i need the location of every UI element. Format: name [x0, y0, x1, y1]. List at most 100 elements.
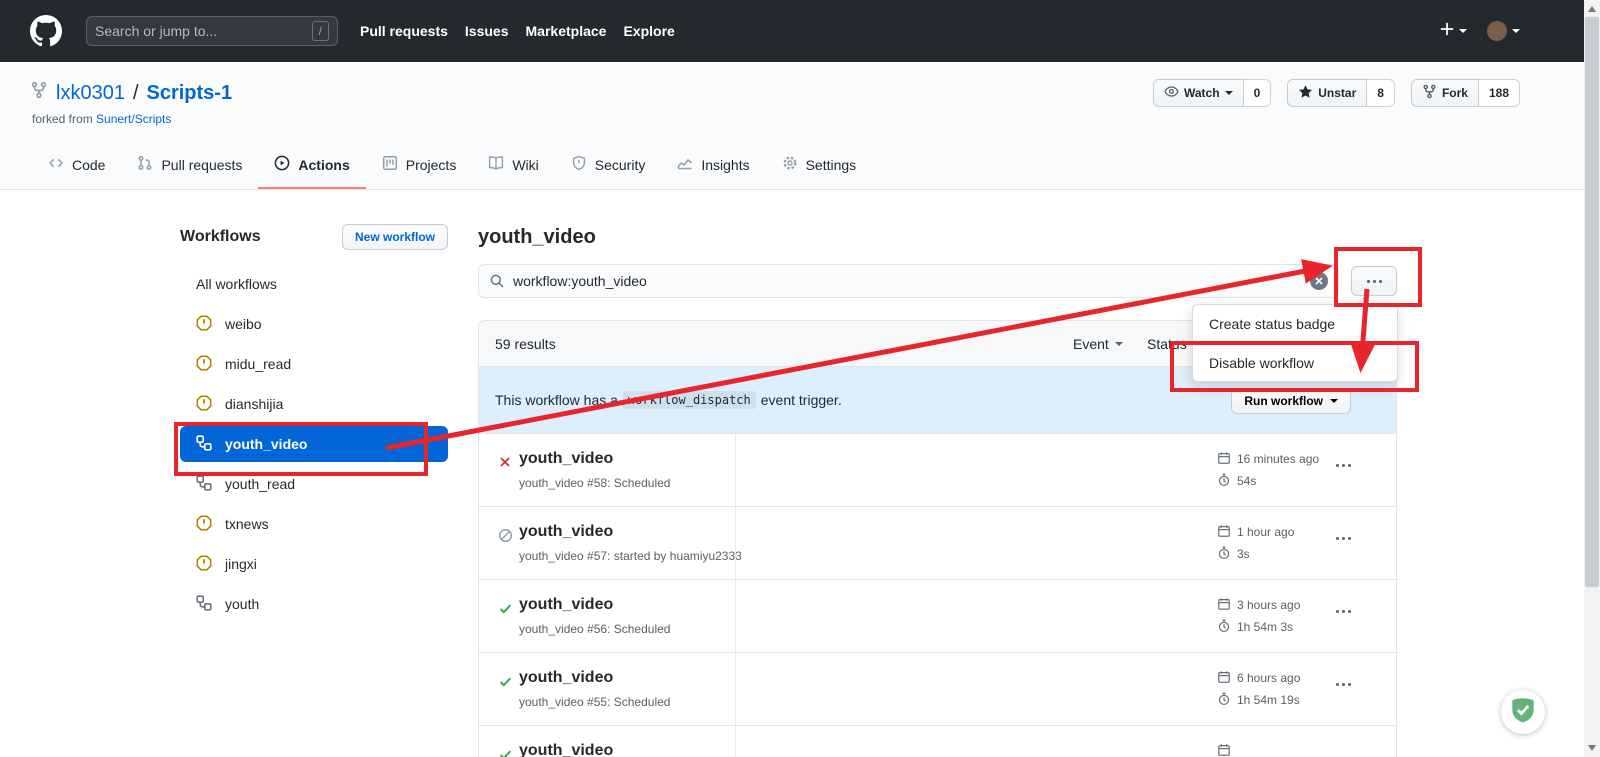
tab-security[interactable]: Security: [555, 141, 662, 189]
run-workflow-button[interactable]: Run workflow: [1231, 388, 1351, 414]
event-filter-dropdown[interactable]: Event: [1073, 321, 1123, 367]
run-duration: 3s: [1237, 547, 1250, 561]
nav-link-pull-requests[interactable]: Pull requests: [360, 23, 448, 39]
gear-icon: [782, 155, 798, 174]
repo-forked-icon: [30, 81, 48, 105]
workflow-icon: [196, 435, 212, 454]
run-row[interactable]: youth_video: [479, 726, 1396, 757]
tab-projects[interactable]: Projects: [366, 141, 473, 189]
success-check-icon: [498, 601, 513, 621]
run-time: 6 hours ago: [1237, 671, 1300, 685]
global-search-input[interactable]: [95, 23, 312, 39]
run-row[interactable]: youth_video youth_video #56: Scheduled 3…: [479, 580, 1396, 653]
sidebar-item-jingxi[interactable]: jingxi: [180, 544, 448, 584]
run-workflow-label: Run workflow: [1244, 394, 1323, 408]
tab-pull-requests[interactable]: Pull requests: [121, 141, 258, 189]
github-logo-icon[interactable]: [30, 15, 62, 47]
repo-name-link[interactable]: Scripts-1: [147, 82, 233, 105]
warning-octagon-icon: [196, 555, 212, 574]
kebab-horizontal-icon: [1373, 280, 1376, 283]
new-workflow-button[interactable]: New workflow: [342, 224, 448, 250]
watch-count[interactable]: 0: [1244, 79, 1272, 107]
run-title-link[interactable]: youth_video: [519, 450, 613, 468]
git-pull-request-icon: [137, 155, 153, 174]
nav-link-issues[interactable]: Issues: [465, 23, 509, 39]
workflow-dispatch-code: workflow_dispatch: [623, 391, 756, 409]
scrollbar-up-arrow[interactable]: [1588, 6, 1596, 12]
sidebar-item-midu-read[interactable]: midu_read: [180, 344, 448, 384]
sidebar-item-all-workflows[interactable]: All workflows: [180, 264, 448, 304]
avatar: [1487, 21, 1507, 41]
workflow-runs-list: 59 results Event Status This workflow ha…: [478, 320, 1397, 757]
star-filled-icon: [1298, 84, 1313, 102]
tab-code[interactable]: Code: [32, 141, 121, 189]
fork-count[interactable]: 188: [1479, 79, 1520, 107]
nav-link-marketplace[interactable]: Marketplace: [526, 23, 607, 39]
run-options-button[interactable]: [1332, 606, 1355, 617]
tab-label: Wiki: [512, 157, 538, 173]
run-title-link[interactable]: youth_video: [519, 596, 613, 614]
scrollbar-thumb[interactable]: [1585, 17, 1599, 587]
run-description: youth_video #57: started by huamiyu2333: [519, 549, 742, 563]
run-title-link[interactable]: youth_video: [519, 742, 613, 757]
create-new-button[interactable]: [1440, 22, 1467, 41]
tab-label: Pull requests: [161, 157, 242, 173]
run-options-button[interactable]: [1332, 533, 1355, 544]
run-time: 1 hour ago: [1237, 525, 1294, 539]
nav-search-box[interactable]: /: [86, 16, 338, 46]
stopwatch-icon: [1217, 546, 1231, 563]
clear-filter-button[interactable]: [1310, 272, 1328, 290]
cancelled-circle-slash-icon: [498, 528, 513, 548]
sidebar-item-dianshijia[interactable]: dianshijia: [180, 384, 448, 424]
run-title-link[interactable]: youth_video: [519, 523, 613, 541]
tab-wiki[interactable]: Wiki: [472, 141, 554, 189]
eye-icon: [1164, 84, 1179, 102]
workflow-item-label: All workflows: [196, 276, 277, 292]
browser-scrollbar[interactable]: [1584, 0, 1600, 757]
run-options-button[interactable]: [1332, 679, 1355, 690]
run-row[interactable]: youth_video youth_video #57: started by …: [479, 507, 1396, 580]
run-row[interactable]: youth_video youth_video #55: Scheduled 6…: [479, 653, 1396, 726]
filter-row: [478, 264, 1397, 298]
workflow-icon: [196, 475, 212, 494]
forked-from-note: forked from Sunert/Scripts: [32, 112, 171, 126]
run-filter-input[interactable]: [478, 264, 1339, 298]
fork-button[interactable]: Fork: [1411, 79, 1479, 107]
caret-down-icon: [1459, 29, 1467, 33]
menu-item-disable-workflow[interactable]: Disable workflow: [1193, 343, 1397, 381]
calendar-icon: [1217, 524, 1231, 541]
run-options-button[interactable]: [1332, 460, 1355, 471]
sidebar-item-txnews[interactable]: txnews: [180, 504, 448, 544]
adguard-extension-button[interactable]: [1501, 690, 1545, 734]
plus-icon: [1440, 22, 1454, 41]
scrollbar-down-arrow[interactable]: [1588, 745, 1596, 751]
project-icon: [382, 155, 398, 174]
sidebar-item-youth-video[interactable]: youth_video: [180, 426, 448, 462]
menu-item-create-status-badge[interactable]: Create status badge: [1193, 305, 1397, 343]
success-check-icon: [498, 747, 513, 757]
sidebar-item-youth[interactable]: youth: [180, 584, 448, 624]
sidebar-item-weibo[interactable]: weibo: [180, 304, 448, 344]
caret-down-icon: [1225, 91, 1233, 95]
workflow-item-label: youth_video: [225, 436, 307, 452]
run-row[interactable]: youth_video youth_video #58: Scheduled 1…: [479, 434, 1396, 507]
watch-button[interactable]: Watch: [1153, 79, 1244, 107]
sidebar-item-youth-read[interactable]: youth_read: [180, 464, 448, 504]
tab-label: Code: [72, 157, 105, 173]
forked-from-link[interactable]: Sunert/Scripts: [96, 112, 171, 126]
repo-header: lxk0301 / Scripts-1 forked from Sunert/S…: [0, 62, 1600, 190]
tab-insights[interactable]: Insights: [661, 141, 765, 189]
user-menu-button[interactable]: [1487, 21, 1520, 41]
run-title-link[interactable]: youth_video: [519, 669, 613, 687]
workflow-item-label: youth_read: [225, 476, 295, 492]
repo-owner-link[interactable]: lxk0301: [56, 82, 125, 105]
stopwatch-icon: [1217, 619, 1231, 636]
tab-actions[interactable]: Actions: [258, 141, 365, 189]
unstar-button[interactable]: Unstar: [1287, 79, 1367, 107]
tab-settings[interactable]: Settings: [766, 141, 873, 189]
star-count[interactable]: 8: [1367, 79, 1395, 107]
workflow-item-label: midu_read: [225, 356, 291, 372]
caret-down-icon: [1512, 29, 1520, 33]
nav-link-explore[interactable]: Explore: [623, 23, 674, 39]
workflow-options-button[interactable]: [1351, 266, 1397, 296]
